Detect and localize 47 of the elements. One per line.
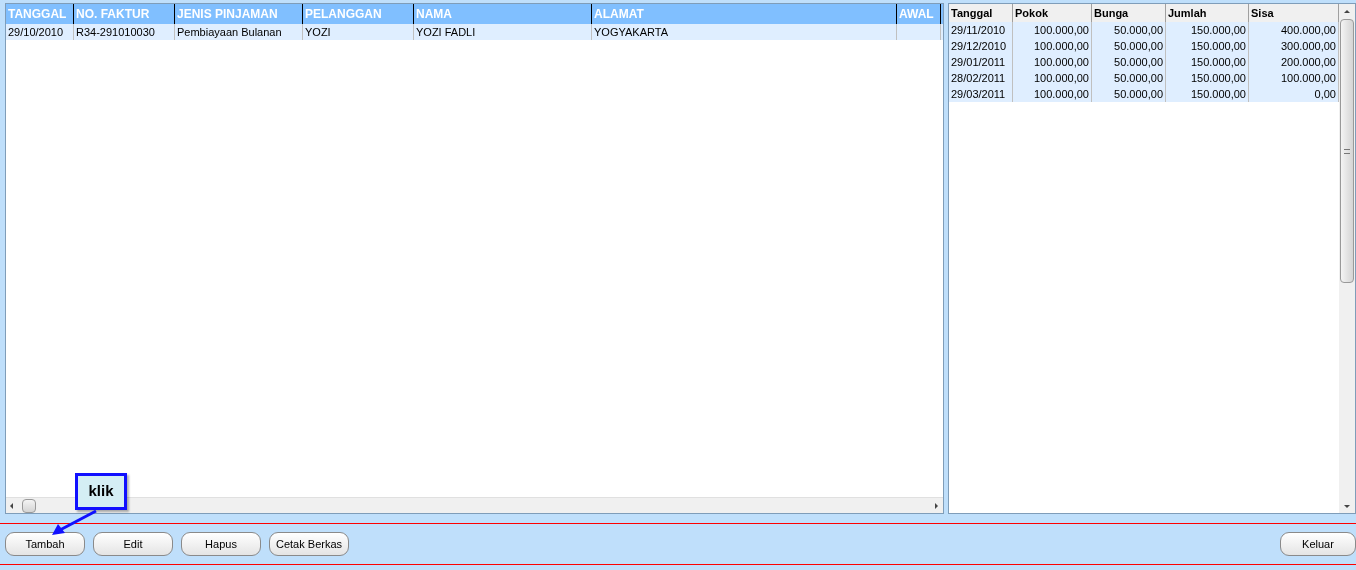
scroll-thumb[interactable] — [1340, 19, 1354, 283]
table-cell: 0,00 — [1249, 86, 1339, 102]
action-button[interactable]: Cetak Berkas — [269, 532, 350, 556]
scroll-thumb[interactable] — [22, 498, 36, 513]
table-cell: 29/03/2011 — [949, 86, 1013, 102]
table-cell: 29/10/2010 — [6, 24, 74, 40]
table-cell: R34-291010030 — [74, 24, 175, 40]
table-cell: 100.000,00 — [1013, 86, 1092, 102]
vertical-scrollbar[interactable] — [1339, 4, 1355, 513]
table-cell: YOGYAKARTA — [592, 24, 897, 40]
table-cell: 200.000,00 — [1249, 54, 1339, 70]
table-cell: 29/11/2010 — [949, 22, 1013, 38]
scroll-right-icon[interactable] — [935, 502, 938, 509]
table-cell: 400.000,00 — [1249, 22, 1339, 38]
table-cell: YOZI — [303, 24, 414, 40]
action-button[interactable]: Edit — [93, 532, 173, 556]
table-cell: 50.000,00 — [1092, 70, 1166, 86]
table-cell: Pembiayaan Bulanan — [175, 24, 303, 40]
table-cell: 29/01/2011 — [949, 54, 1013, 70]
table-cell: YOZI FADLI — [414, 24, 592, 40]
table-cell: 300.000,00 — [1249, 38, 1339, 54]
arrow — [52, 509, 97, 535]
scroll-left-icon[interactable] — [10, 502, 13, 509]
table-cell: 150.000,00 — [1166, 54, 1249, 70]
scroll-up-icon[interactable] — [1344, 10, 1350, 13]
scroll-down-icon[interactable] — [1344, 505, 1350, 508]
callout: klik — [75, 473, 127, 510]
table-cell: 100.000,00 — [1013, 38, 1092, 54]
grip-icon — [1344, 148, 1350, 154]
action-button[interactable]: Tambah — [5, 532, 85, 556]
table-cell: 150.000,00 — [1166, 22, 1249, 38]
horizontal-scrollbar[interactable] — [6, 497, 943, 513]
table-cell: 150.000,00 — [1166, 38, 1249, 54]
table-cell: 50.000,00 — [1092, 54, 1166, 70]
exit-button[interactable]: Keluar — [1280, 532, 1356, 556]
table-cell: 29/12/2010 — [949, 38, 1013, 54]
table-cell: 50.000,00 — [1092, 22, 1166, 38]
table-cell: 28/02/2011 — [949, 70, 1013, 86]
table-cell: 150.000,00 — [1166, 86, 1249, 102]
action-button[interactable]: Hapus — [181, 532, 261, 556]
table-cell: 100.000,00 — [1013, 70, 1092, 86]
table-cell: 100.000,00 — [1013, 54, 1092, 70]
table-cell: 50.000,00 — [1092, 38, 1166, 54]
table-cell: 100.000,00 — [1249, 70, 1339, 86]
table-cell: 100.000,00 — [1013, 22, 1092, 38]
table-cell: 50.000,00 — [1092, 86, 1166, 102]
table-cell: 150.000,00 — [1166, 70, 1249, 86]
